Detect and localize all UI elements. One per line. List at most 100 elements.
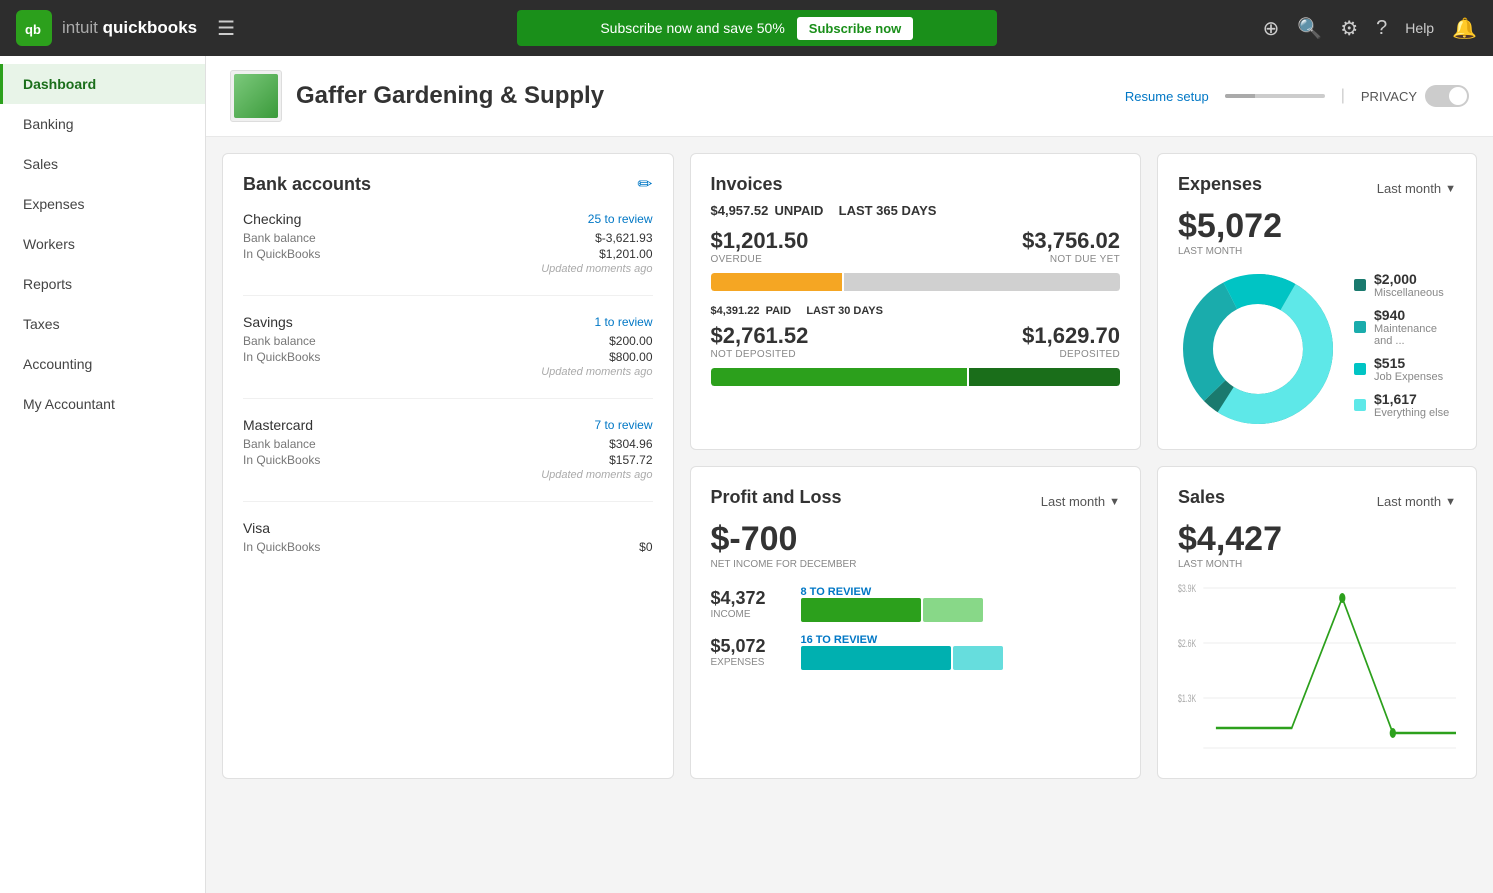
bank-account-checking: Checking 25 to review Bank balance $-3,6… (243, 211, 653, 296)
not-deposited-amount: $2,761.52 (711, 323, 809, 349)
sidebar-item-accounting[interactable]: Accounting (0, 344, 205, 384)
search-icon[interactable]: 🔍 (1297, 16, 1322, 41)
bank-account-name: Savings (243, 314, 293, 330)
sidebar-item-reports[interactable]: Reports (0, 264, 205, 304)
help-circle-icon[interactable]: ? (1376, 17, 1387, 40)
expenses-donut-chart (1178, 269, 1338, 429)
sidebar-item-label: Sales (23, 156, 58, 172)
to-review-link[interactable]: 25 to review (588, 212, 653, 226)
not-deposited-label: NOT DEPOSITED (711, 349, 809, 360)
pl-filter-label: Last month (1041, 494, 1105, 509)
pl-expenses-amount: $5,072 (711, 636, 791, 657)
dashboard-grid: Invoices $4,957.52 UNPAID LAST 365 DAYS … (206, 137, 1493, 795)
bank-account-savings: Savings 1 to review Bank balance $200.00… (243, 314, 653, 399)
sidebar-item-taxes[interactable]: Taxes (0, 304, 205, 344)
top-navigation: qb intuit quickbooks ☰ Subscribe now and… (0, 0, 1493, 56)
bank-account-name: Checking (243, 211, 301, 227)
income-amount: $4,372 (711, 588, 791, 609)
main-content: Gaffer Gardening & Supply Resume setup |… (206, 56, 1493, 893)
updated-row: Updated moments ago (243, 263, 653, 275)
not-due-label: NOT DUE YET (1022, 254, 1120, 265)
sidebar-item-dashboard[interactable]: Dashboard (0, 64, 205, 104)
bank-balance-row: Bank balance $304.96 (243, 437, 653, 451)
divider: | (1341, 87, 1345, 105)
bank-account-name: Mastercard (243, 417, 313, 433)
privacy-toggle[interactable]: PRIVACY (1361, 85, 1469, 107)
to-review-link[interactable]: 1 to review (594, 315, 652, 329)
logo-area[interactable]: qb intuit quickbooks (16, 10, 197, 46)
to-review-link[interactable]: 7 to review (594, 418, 652, 432)
expenses-total-label: LAST MONTH (1178, 246, 1456, 257)
bank-account-visa: Visa In QuickBooks $0 (243, 520, 653, 574)
sales-filter-button[interactable]: Last month ▼ (1377, 494, 1456, 509)
app-body: Dashboard Banking Sales Expenses Workers… (0, 56, 1493, 893)
expenses-filter-button[interactable]: Last month ▼ (1377, 181, 1456, 196)
sidebar-item-banking[interactable]: Banking (0, 104, 205, 144)
privacy-label: PRIVACY (1361, 89, 1417, 104)
sales-card: Sales Last month ▼ $4,427 LAST MONTH (1157, 466, 1477, 779)
sidebar-item-label: My Accountant (23, 396, 115, 412)
profit-loss-card: Profit and Loss Last month ▼ $-700 NET I… (690, 466, 1142, 779)
notification-bell-icon[interactable]: 🔔 (1452, 16, 1477, 41)
sales-header: Sales Last month ▼ (1178, 487, 1456, 516)
overdue-bar (711, 273, 1121, 291)
not-deposited-bar-fill (711, 368, 968, 386)
in-qb-row: In QuickBooks $0 (243, 540, 653, 554)
invoice-overdue-row: $1,201.50 OVERDUE $3,756.02 NOT DUE YET (711, 228, 1121, 265)
expenses-bar-area: 16 TO REVIEW (801, 634, 1121, 670)
paid-section: $4,391.22 PAID LAST 30 DAYS $2,761.52 NO… (711, 305, 1121, 386)
bank-header: Bank accounts ✏ (243, 174, 653, 195)
setup-progress-bar (1225, 94, 1325, 98)
sidebar-item-workers[interactable]: Workers (0, 224, 205, 264)
paid-summary: $4,391.22 PAID LAST 30 DAYS (711, 305, 1121, 317)
bank-balance-row: Bank balance $-3,621.93 (243, 231, 653, 245)
deposited-bar-fill (969, 368, 1120, 386)
edit-icon[interactable]: ✏ (637, 174, 652, 195)
updated-row: Updated moments ago (243, 366, 653, 378)
promo-banner: Subscribe now and save 50% Subscribe now (517, 10, 997, 46)
sidebar-item-sales[interactable]: Sales (0, 144, 205, 184)
expenses-body: $2,000 Miscellaneous $940 Maintenance an… (1178, 269, 1456, 429)
sales-filter-label: Last month (1377, 494, 1441, 509)
pl-title: Profit and Loss (711, 487, 842, 508)
settings-icon[interactable]: ⚙ (1340, 16, 1358, 41)
sidebar: Dashboard Banking Sales Expenses Workers… (0, 56, 206, 893)
income-bar-solid (801, 598, 921, 622)
bank-account-header: Visa (243, 520, 653, 536)
dropdown-arrow-icon: ▼ (1445, 183, 1456, 195)
bank-account-mastercard: Mastercard 7 to review Bank balance $304… (243, 417, 653, 502)
toggle-knob (1449, 87, 1467, 105)
pl-net-label: NET INCOME FOR DECEMBER (711, 559, 1121, 570)
expenses-legend: $2,000 Miscellaneous $940 Maintenance an… (1354, 271, 1456, 427)
expenses-header: Expenses Last month ▼ (1178, 174, 1456, 203)
nav-actions: ⊕ 🔍 ⚙ ? Help 🔔 (1263, 16, 1477, 41)
bank-accounts-title: Bank accounts (243, 174, 371, 195)
paid-period: LAST 30 DAYS (806, 305, 883, 317)
overdue-bar-fill (711, 273, 842, 291)
sidebar-item-label: Reports (23, 276, 72, 292)
resume-setup-link[interactable]: Resume setup (1125, 89, 1209, 104)
app-title: intuit quickbooks (62, 18, 197, 38)
legend-color (1354, 279, 1366, 291)
expenses-bar-solid (801, 646, 951, 670)
sidebar-item-label: Dashboard (23, 76, 96, 92)
pl-income-row: $4,372 INCOME 8 TO REVIEW (711, 586, 1121, 622)
pl-filter-button[interactable]: Last month ▼ (1041, 494, 1120, 509)
help-label[interactable]: Help (1405, 20, 1434, 36)
svg-text:$3.9K: $3.9K (1178, 582, 1197, 594)
updated-row: Updated moments ago (243, 469, 653, 481)
sidebar-item-label: Workers (23, 236, 75, 252)
pl-expenses-row: $5,072 EXPENSES 16 TO REVIEW (711, 634, 1121, 670)
company-logo (230, 70, 282, 122)
promo-text: Subscribe now and save 50% (600, 20, 784, 36)
privacy-switch[interactable] (1425, 85, 1469, 107)
subscribe-button[interactable]: Subscribe now (797, 17, 913, 40)
expenses-card: Expenses Last month ▼ $5,072 LAST MONTH (1157, 153, 1477, 450)
sidebar-item-expenses[interactable]: Expenses (0, 184, 205, 224)
add-icon[interactable]: ⊕ (1263, 16, 1280, 41)
hamburger-menu-icon[interactable]: ☰ (217, 16, 235, 41)
sidebar-item-my-accountant[interactable]: My Accountant (0, 384, 205, 424)
page-header-left: Gaffer Gardening & Supply (230, 70, 604, 122)
paid-amount: $4,391.22 (711, 305, 760, 317)
deposit-bar (711, 368, 1121, 386)
